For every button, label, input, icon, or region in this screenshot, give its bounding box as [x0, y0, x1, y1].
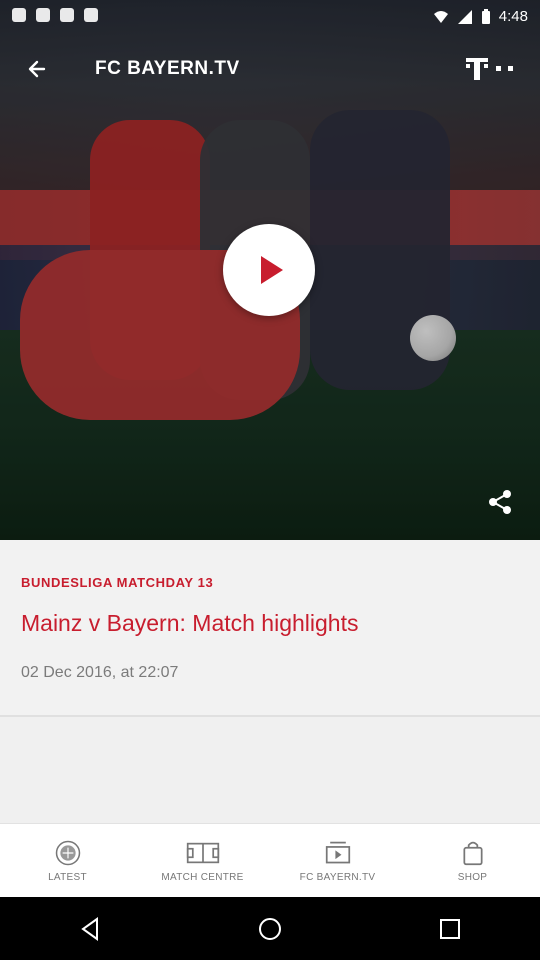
nav-label-match-centre: MATCH CENTRE — [161, 871, 244, 883]
battery-icon — [481, 8, 490, 24]
signal-icon — [457, 9, 472, 24]
wifi-icon — [433, 10, 448, 23]
bottom-navigation: LATEST MATCH CENTRE FC BAYERN.TV SHOP — [0, 823, 540, 898]
notification-icon — [84, 8, 98, 22]
video-play-icon — [325, 841, 350, 863]
play-button[interactable] — [223, 224, 315, 316]
nav-item-match-centre[interactable]: MATCH CENTRE — [135, 824, 270, 898]
article-info: BUNDESLIGA MATCHDAY 13 Mainz v Bayern: M… — [0, 540, 540, 717]
notification-icon — [12, 8, 26, 22]
shopping-bag-icon — [462, 841, 483, 865]
status-bar: 4:48 — [0, 0, 540, 32]
nav-label-latest: LATEST — [48, 871, 87, 883]
page-title: FC BAYERN.TV — [95, 58, 240, 79]
back-arrow-icon[interactable] — [20, 52, 54, 86]
system-recents-icon[interactable] — [436, 915, 464, 943]
status-time: 4:48 — [498, 8, 528, 25]
play-icon — [261, 256, 283, 284]
nav-item-fc-bayern-tv[interactable]: FC BAYERN.TV — [270, 824, 405, 898]
share-icon[interactable] — [486, 488, 514, 516]
article-category: BUNDESLIGA MATCHDAY 13 — [21, 575, 214, 590]
toolbar: FC BAYERN.TV — [0, 44, 540, 94]
article-headline[interactable]: Mainz v Bayern: Match highlights — [21, 610, 359, 637]
notification-icon — [36, 8, 50, 22]
nav-label-fc-bayern-tv: FC BAYERN.TV — [299, 871, 376, 883]
system-home-icon[interactable] — [256, 915, 284, 943]
system-navigation-bar — [0, 897, 540, 960]
notification-icons — [12, 8, 98, 22]
telekom-logo-icon — [466, 58, 513, 80]
system-back-icon[interactable] — [76, 915, 104, 943]
bayern-crest-icon — [55, 840, 80, 865]
notification-icon — [60, 8, 74, 22]
nav-label-shop: SHOP — [457, 871, 488, 883]
nav-item-latest[interactable]: LATEST — [0, 824, 135, 898]
article-date: 02 Dec 2016, at 22:07 — [21, 664, 179, 681]
pitch-icon — [186, 842, 219, 863]
nav-item-shop[interactable]: SHOP — [405, 824, 540, 898]
status-icons: 4:48 — [433, 8, 528, 25]
